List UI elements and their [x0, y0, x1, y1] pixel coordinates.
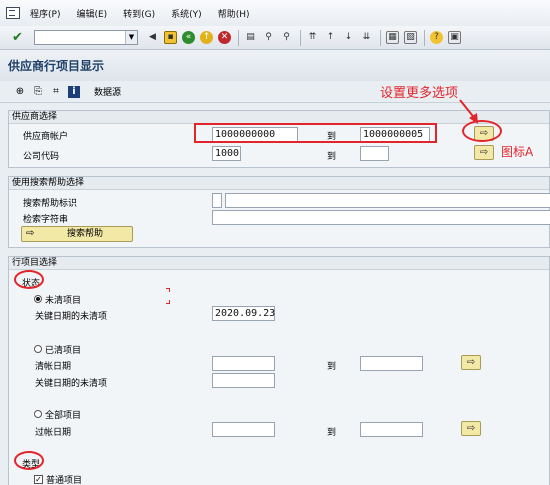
execute-icon[interactable]: ⊕: [14, 86, 26, 98]
type-highlight: [14, 451, 44, 470]
application-toolbar: ⊕ ⎘ ⌗ i 数据源: [0, 81, 550, 103]
posting-date-multiple-selection-button[interactable]: ⇨: [461, 421, 481, 436]
normal-items-checkbox[interactable]: ✓: [34, 475, 43, 484]
clearing-date-from-input[interactable]: [212, 356, 275, 371]
all-items-label: 全部项目: [45, 411, 82, 421]
back-green-icon[interactable]: «: [182, 31, 195, 44]
arrow-right-icon: ⇨: [479, 147, 489, 158]
chevron-down-icon[interactable]: ▼: [125, 31, 137, 44]
normal-items-label: 普通项目: [46, 476, 83, 485]
back-arrow-icon[interactable]: ◀: [146, 31, 159, 44]
to-label: 到: [327, 362, 337, 372]
next-page-icon[interactable]: ↓: [342, 31, 355, 44]
company-code-to-input[interactable]: [360, 146, 389, 161]
toolbar-separator: [380, 29, 381, 46]
arrow-right-icon: ⇨: [466, 423, 476, 434]
vendor-account-label: 供应商帐户: [23, 132, 69, 142]
clearing-date-multiple-selection-button[interactable]: ⇨: [461, 355, 481, 370]
toolbar-separator: [424, 29, 425, 46]
cancel-red-icon[interactable]: ✕: [218, 31, 231, 44]
help-icon[interactable]: ?: [430, 31, 443, 44]
cleared-items-label: 已清项目: [45, 346, 82, 356]
first-page-icon[interactable]: ⇈: [306, 31, 319, 44]
standard-toolbar: ✔ ▼ ◀ ▪ « ↑ ✕ ▤ ⚲ ⚲ ⇈ ↑ ↓ ⇊ ▦ ▧ ? ▣: [0, 26, 550, 50]
menu-bar: 程序(P) 编辑(E) 转到(G) 系统(Y) 帮助(H): [0, 0, 550, 26]
selection-options-icon[interactable]: ⌗: [50, 86, 62, 98]
posting-date-from-input[interactable]: [212, 422, 275, 437]
all-items-radio[interactable]: [34, 410, 42, 418]
find-next-icon[interactable]: ⚲: [280, 31, 293, 44]
section-title: 行项目选择: [9, 257, 549, 270]
to-label: 到: [327, 428, 337, 438]
cleared-key-date-label: 关键日期的未清项: [35, 379, 108, 389]
search-help-id-text-input[interactable]: [225, 193, 550, 208]
enter-check-icon[interactable]: ✔: [12, 30, 28, 45]
toolbar-separator: [300, 29, 301, 46]
more-options-annotation: 设置更多选项: [380, 86, 459, 101]
menu-system[interactable]: 系统(Y): [171, 7, 202, 20]
menu-goto[interactable]: 转到(G): [123, 7, 155, 20]
more-options-highlight: [462, 120, 502, 142]
focus-corner-mark: [166, 300, 170, 304]
info-icon[interactable]: i: [68, 85, 80, 98]
open-items-label: 未清项目: [45, 296, 82, 306]
clearing-date-to-input[interactable]: [360, 356, 423, 371]
search-help-section: 使用搜索帮助选择 搜索帮助标识 检索字符串 ⇨ 搜索帮助: [8, 176, 550, 248]
layout-menu-icon[interactable]: ▣: [448, 31, 461, 44]
company-code-input[interactable]: 1000: [212, 146, 241, 161]
previous-page-icon[interactable]: ↑: [324, 31, 337, 44]
posting-date-label: 过帐日期: [35, 428, 72, 438]
save-icon[interactable]: ▪: [164, 31, 177, 44]
to-label: 到: [327, 152, 337, 162]
search-string-input[interactable]: [212, 210, 550, 225]
status-highlight: [14, 270, 44, 289]
command-field[interactable]: ▼: [34, 30, 138, 45]
print-icon[interactable]: ▤: [244, 31, 257, 44]
icon-a-annotation: 图标A: [501, 145, 534, 159]
company-multiple-selection-button[interactable]: ⇨: [474, 145, 494, 160]
line-item-selection-section: 行项目选择 状态 未清项目 关键日期的未清项 2020.09.23 已清项目 清…: [8, 256, 550, 485]
menu-program[interactable]: 程序(P): [30, 7, 60, 20]
open-key-date-label: 关键日期的未清项: [35, 312, 108, 322]
clearing-date-label: 清帐日期: [35, 362, 72, 372]
new-session-icon[interactable]: ▦: [386, 31, 399, 44]
open-key-date-input[interactable]: 2020.09.23: [212, 306, 275, 321]
find-icon[interactable]: ⚲: [262, 31, 275, 44]
menu-edit[interactable]: 编辑(E): [76, 7, 107, 20]
cleared-items-radio[interactable]: [34, 345, 42, 353]
vendor-range-highlight: [194, 123, 437, 143]
section-title: 使用搜索帮助选择: [9, 177, 549, 190]
search-string-label: 检索字符串: [23, 215, 69, 225]
posting-date-to-input[interactable]: [360, 422, 423, 437]
company-code-label: 公司代码: [23, 152, 60, 162]
cleared-key-date-input[interactable]: [212, 373, 275, 388]
exit-yellow-icon[interactable]: ↑: [200, 31, 213, 44]
search-help-id-label: 搜索帮助标识: [23, 199, 78, 209]
last-page-icon[interactable]: ⇊: [360, 31, 373, 44]
toolbar-separator: [238, 29, 239, 46]
menu-help[interactable]: 帮助(H): [218, 7, 250, 20]
window-menu-icon[interactable]: [6, 7, 20, 19]
arrow-right-icon: ⇨: [26, 228, 35, 239]
page-title: 供应商行项目显示: [0, 50, 550, 81]
search-help-id-input[interactable]: [212, 193, 222, 208]
arrow-right-icon: ⇨: [466, 357, 476, 368]
focus-corner-mark: [166, 288, 170, 292]
search-help-button[interactable]: ⇨ 搜索帮助: [21, 226, 133, 242]
variant-icon[interactable]: ⎘: [32, 86, 44, 98]
shortcut-icon[interactable]: ▧: [404, 31, 417, 44]
data-source-button[interactable]: 数据源: [94, 85, 121, 98]
open-items-radio[interactable]: [34, 295, 42, 303]
